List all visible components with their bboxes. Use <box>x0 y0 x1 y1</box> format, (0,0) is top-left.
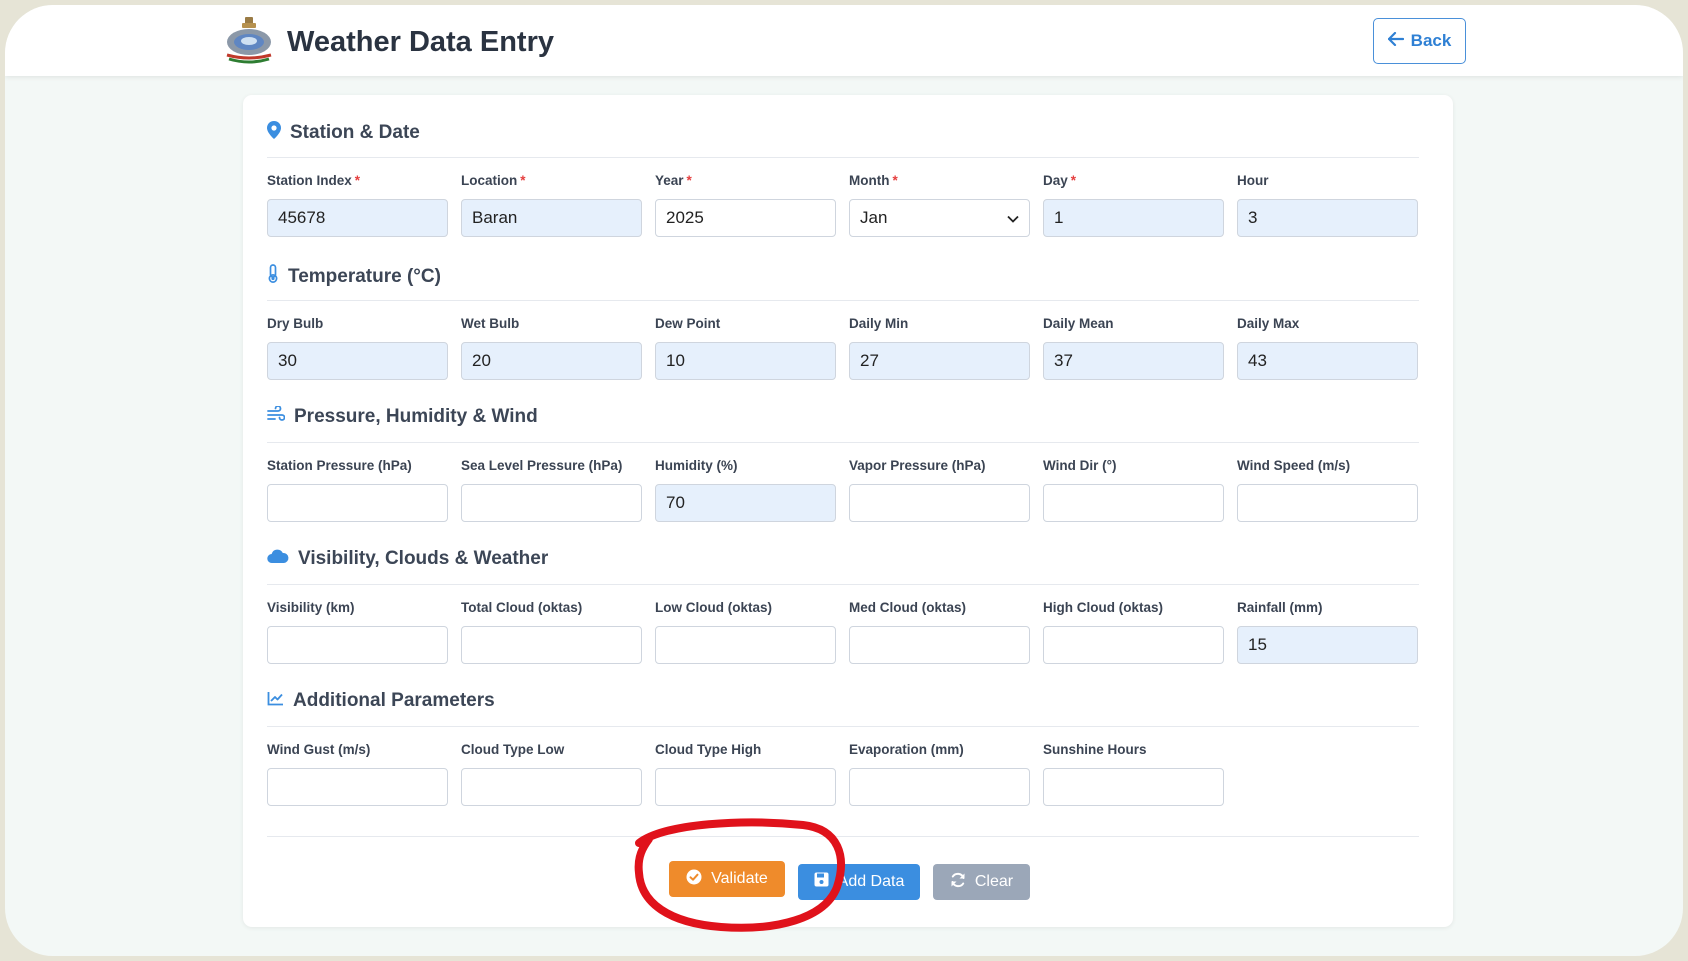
field-day: Day * 1 <box>1043 173 1224 237</box>
station-index-input[interactable]: 45678 <box>267 199 448 237</box>
field-sea-level-pressure: Sea Level Pressure (hPa) <box>461 458 642 522</box>
field-humidity: Humidity (%) 70 <box>655 458 836 522</box>
clear-button[interactable]: Clear <box>933 864 1030 900</box>
field-daily-min: Daily Min 27 <box>849 316 1030 380</box>
check-circle-icon <box>686 869 702 890</box>
field-low-cloud: Low Cloud (oktas) <box>655 600 836 664</box>
section-title-additional: Additional Parameters <box>267 690 495 712</box>
wind-dir-input[interactable] <box>1043 484 1224 522</box>
cloud-icon <box>267 548 289 570</box>
wet-bulb-input[interactable]: 20 <box>461 342 642 380</box>
rainfall-input[interactable]: 15 <box>1237 626 1418 664</box>
field-hour: Hour 3 <box>1237 173 1418 237</box>
daily-min-input[interactable]: 27 <box>849 342 1030 380</box>
field-total-cloud: Total Cloud (oktas) <box>461 600 642 664</box>
app-window: Weather Data Entry Back Station & Date S… <box>5 5 1683 956</box>
clear-button-label: Clear <box>974 873 1014 890</box>
low-cloud-input[interactable] <box>655 626 836 664</box>
entry-form-card: Station & Date Station Index * 45678 Loca… <box>243 95 1453 927</box>
line-chart-icon <box>267 690 284 712</box>
field-location: Location * Baran <box>461 173 642 237</box>
validate-button-label: Validate <box>711 870 768 887</box>
arrow-left-icon <box>1387 31 1404 51</box>
field-evaporation: Evaporation (mm) <box>849 742 1030 806</box>
section-title-visibility: Visibility, Clouds & Weather <box>267 548 548 570</box>
field-wind-speed: Wind Speed (m/s) <box>1237 458 1418 522</box>
dew-point-input[interactable]: 10 <box>655 342 836 380</box>
field-rainfall: Rainfall (mm) 15 <box>1237 600 1418 664</box>
total-cloud-input[interactable] <box>461 626 642 664</box>
thermometer-icon <box>267 264 279 289</box>
validate-button[interactable]: Validate <box>669 861 785 897</box>
sunshine-hours-input[interactable] <box>1043 768 1224 806</box>
day-input[interactable]: 1 <box>1043 199 1224 237</box>
field-sunshine-hours: Sunshine Hours <box>1043 742 1224 806</box>
visibility-input[interactable] <box>267 626 448 664</box>
field-wind-dir: Wind Dir (°) <box>1043 458 1224 522</box>
back-button-label: Back <box>1410 31 1452 50</box>
field-med-cloud: Med Cloud (oktas) <box>849 600 1030 664</box>
field-vapor-pressure: Vapor Pressure (hPa) <box>849 458 1030 522</box>
field-station-index: Station Index * 45678 <box>267 173 448 237</box>
back-button[interactable]: Back <box>1373 18 1466 64</box>
dry-bulb-input[interactable]: 30 <box>267 342 448 380</box>
section-title-pressure: Pressure, Humidity & Wind <box>267 405 538 428</box>
sea-level-pressure-input[interactable] <box>461 484 642 522</box>
daily-max-input[interactable]: 43 <box>1237 342 1418 380</box>
station-pressure-input[interactable] <box>267 484 448 522</box>
field-daily-max: Daily Max 43 <box>1237 316 1418 380</box>
top-header: Weather Data Entry Back <box>5 5 1683 76</box>
evaporation-input[interactable] <box>849 768 1030 806</box>
section-title-temperature: Temperature (°C) <box>267 264 441 289</box>
cloud-type-low-input[interactable] <box>461 768 642 806</box>
section-title-station: Station & Date <box>267 121 420 145</box>
map-pin-icon <box>267 121 281 145</box>
location-input[interactable]: Baran <box>461 199 642 237</box>
wind-icon <box>267 405 286 428</box>
field-month: Month * Jan <box>849 173 1030 237</box>
field-year: Year * 2025 <box>655 173 836 237</box>
cloud-type-high-input[interactable] <box>655 768 836 806</box>
wind-speed-input[interactable] <box>1237 484 1418 522</box>
high-cloud-input[interactable] <box>1043 626 1224 664</box>
daily-mean-input[interactable]: 37 <box>1043 342 1224 380</box>
save-icon <box>814 872 829 892</box>
vapor-pressure-input[interactable] <box>849 484 1030 522</box>
med-cloud-input[interactable] <box>849 626 1030 664</box>
field-dew-point: Dew Point 10 <box>655 316 836 380</box>
hour-input[interactable]: 3 <box>1237 199 1418 237</box>
chevron-down-icon <box>1007 208 1019 228</box>
field-visibility: Visibility (km) <box>267 600 448 664</box>
emblem-logo <box>223 17 275 67</box>
page-title: Weather Data Entry <box>287 26 554 58</box>
add-data-button-label: Add Data <box>837 873 905 890</box>
humidity-input[interactable]: 70 <box>655 484 836 522</box>
field-high-cloud: High Cloud (oktas) <box>1043 600 1224 664</box>
field-daily-mean: Daily Mean 37 <box>1043 316 1224 380</box>
field-wet-bulb: Wet Bulb 20 <box>461 316 642 380</box>
field-wind-gust: Wind Gust (m/s) <box>267 742 448 806</box>
field-dry-bulb: Dry Bulb 30 <box>267 316 448 380</box>
field-station-pressure: Station Pressure (hPa) <box>267 458 448 522</box>
year-input[interactable]: 2025 <box>655 199 836 237</box>
field-cloud-type-high: Cloud Type High <box>655 742 836 806</box>
wind-gust-input[interactable] <box>267 768 448 806</box>
field-cloud-type-low: Cloud Type Low <box>461 742 642 806</box>
refresh-icon <box>950 872 966 893</box>
add-data-button[interactable]: Add Data <box>798 864 920 900</box>
month-select[interactable]: Jan <box>849 199 1030 237</box>
